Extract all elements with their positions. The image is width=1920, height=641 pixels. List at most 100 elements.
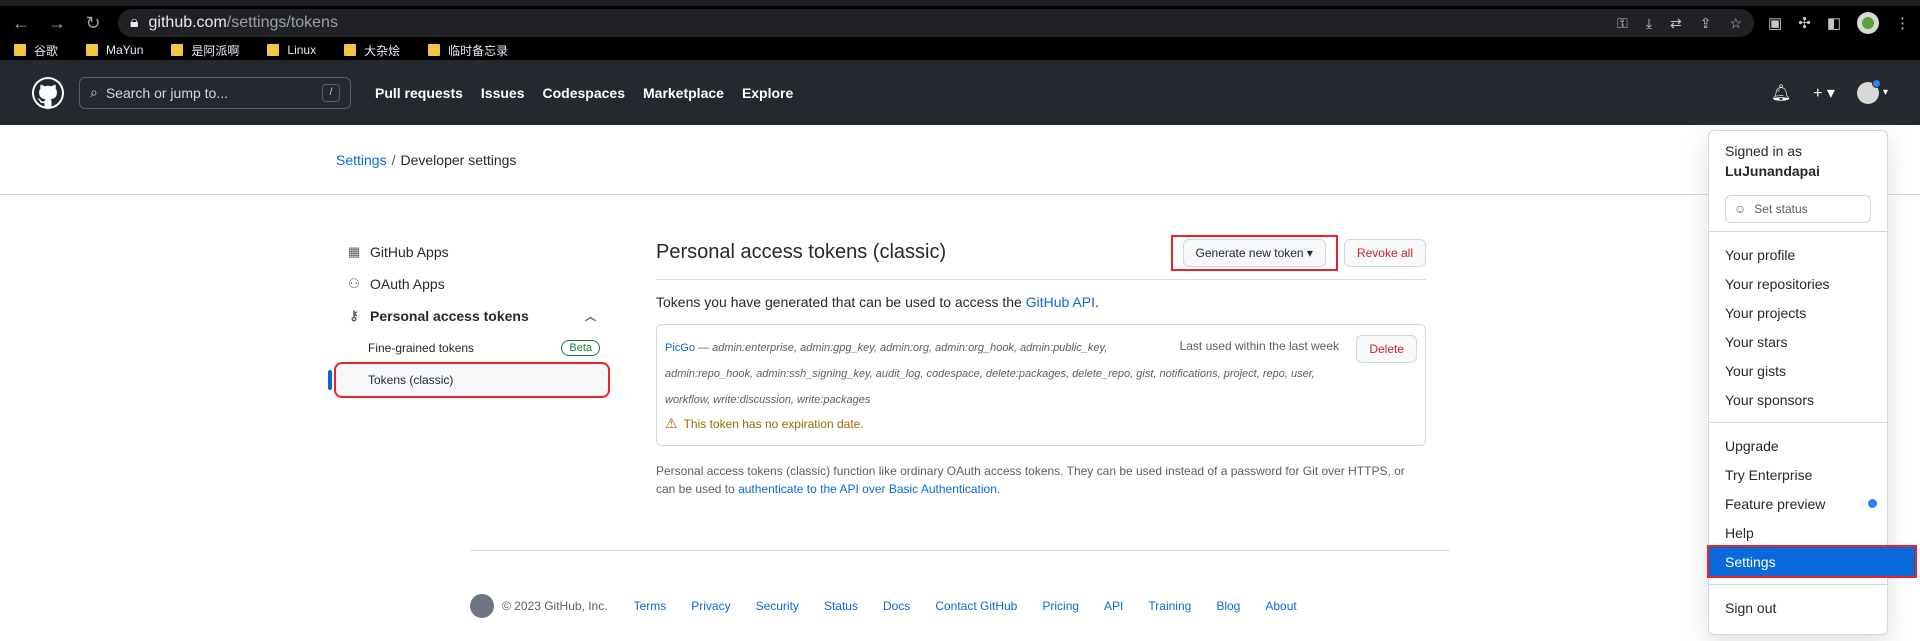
sidebar-item-label: GitHub Apps xyxy=(370,244,449,260)
reload-icon[interactable]: ↻ xyxy=(82,13,104,34)
bookmark-item[interactable]: 是阿派啊 xyxy=(171,42,239,59)
menu-item-settings[interactable]: Settings xyxy=(1707,545,1917,578)
breadcrumb-settings-link[interactable]: Settings xyxy=(336,152,387,168)
star-icon[interactable]: ☆ xyxy=(1729,15,1742,32)
github-footer-logo-icon[interactable] xyxy=(470,594,494,618)
github-api-link[interactable]: GitHub API xyxy=(1026,294,1095,310)
bookmark-label: Linux xyxy=(287,43,317,57)
user-menu-toggle[interactable]: ▾ xyxy=(1856,78,1888,104)
footer-link-api[interactable]: API xyxy=(1104,599,1123,613)
back-icon[interactable]: ← xyxy=(10,13,32,34)
intro-text-body: Tokens you have generated that can be us… xyxy=(656,294,1026,310)
nav-issues[interactable]: Issues xyxy=(481,85,525,101)
footer-link-security[interactable]: Security xyxy=(756,599,799,613)
search-icon: ⌕ xyxy=(90,84,98,100)
puzzle-icon[interactable]: ✣ xyxy=(1798,14,1811,32)
menu-divider xyxy=(1709,584,1887,585)
smiley-icon: ☺ xyxy=(1734,202,1747,216)
sidebar-item-label: Fine-grained tokens xyxy=(368,341,475,355)
browser-profile-avatar[interactable] xyxy=(1857,12,1879,34)
alert-icon: ⚠ xyxy=(665,415,678,431)
footer-link-status[interactable]: Status xyxy=(824,599,858,613)
bookmark-label: 谷歌 xyxy=(34,43,59,58)
sidebar-item-github-apps[interactable]: ▦ GitHub Apps xyxy=(336,236,608,268)
nav-marketplace[interactable]: Marketplace xyxy=(643,85,724,101)
bookmark-item[interactable]: Linux xyxy=(267,43,316,57)
lock-icon: 🔒︎ xyxy=(130,14,139,31)
intro-text: Tokens you have generated that can be us… xyxy=(656,294,1426,310)
bell-icon[interactable]: 🔔︎ xyxy=(1771,83,1791,103)
page-title: Personal access tokens (classic) xyxy=(656,241,947,263)
folder-icon xyxy=(428,44,441,56)
menu-icon[interactable]: ⋮ xyxy=(1895,14,1910,32)
menu-item-help[interactable]: Help xyxy=(1709,518,1887,547)
extension-icon[interactable]: ▣ xyxy=(1768,14,1782,32)
token-scopes-line: admin:repo_hook, admin:ssh_signing_key, … xyxy=(665,368,1315,380)
bookmark-item[interactable]: 谷歌 xyxy=(14,42,58,59)
forward-icon[interactable]: → xyxy=(46,13,68,34)
menu-item-sign-out[interactable]: Sign out xyxy=(1709,593,1887,622)
sidebar-item-tokens-classic[interactable]: Tokens (classic) xyxy=(328,362,610,398)
footer-link-terms[interactable]: Terms xyxy=(634,599,667,613)
set-status-button[interactable]: ☺ Set status xyxy=(1725,195,1871,223)
footer-link-privacy[interactable]: Privacy xyxy=(691,599,730,613)
chevron-up-icon: ︿ xyxy=(585,311,596,323)
nav-explore[interactable]: Explore xyxy=(742,85,793,101)
menu-item-your-repositories[interactable]: Your repositories xyxy=(1709,269,1887,298)
bookmark-item[interactable]: 大杂烩 xyxy=(344,42,400,59)
sidebar-item-fine-grained-tokens[interactable]: Fine-grained tokens Beta xyxy=(336,332,608,364)
folder-icon xyxy=(86,44,99,56)
github-logo-icon[interactable] xyxy=(32,76,64,109)
generate-new-token-button[interactable]: Generate new token ▾ xyxy=(1182,238,1326,267)
bookmark-label: 是阿派啊 xyxy=(191,43,240,58)
address-row: ← → ↻ 🔒︎ github.com/settings/tokens ⚿ ⤓ … xyxy=(0,6,1920,40)
footer-link-about[interactable]: About xyxy=(1265,599,1296,613)
site-footer: © 2023 GitHub, Inc. Terms Privacy Securi… xyxy=(470,550,1450,618)
breadcrumb: Settings / Developer settings xyxy=(0,125,1920,195)
delete-token-button[interactable]: Delete xyxy=(1356,335,1417,363)
bookmark-item[interactable]: 临时备忘录 xyxy=(428,42,508,59)
menu-divider xyxy=(1709,422,1887,423)
token-warning-text: This token has no expiration date. xyxy=(683,416,864,431)
download-icon[interactable]: ⤓ xyxy=(1646,15,1652,32)
footer-link-pricing[interactable]: Pricing xyxy=(1042,599,1079,613)
menu-item-your-gists[interactable]: Your gists xyxy=(1709,356,1887,385)
key-icon[interactable]: ⚿ xyxy=(1617,15,1628,32)
sidebar-item-oauth-apps[interactable]: ⚇ OAuth Apps xyxy=(336,268,608,300)
footer-link-docs[interactable]: Docs xyxy=(883,599,910,613)
address-bar[interactable]: 🔒︎ github.com/settings/tokens ⚿ ⤓ ⇄ ⇪ ☆ xyxy=(118,9,1755,37)
footer-link-contact[interactable]: Contact GitHub xyxy=(935,599,1017,613)
chevron-down-icon: ▾ xyxy=(1882,87,1888,98)
menu-item-your-stars[interactable]: Your stars xyxy=(1709,327,1887,356)
menu-item-your-sponsors[interactable]: Your sponsors xyxy=(1709,385,1887,414)
plus-icon[interactable]: + ▾ xyxy=(1813,83,1835,103)
footer-copyright: © 2023 GitHub, Inc. xyxy=(502,599,608,613)
translate-icon[interactable]: ⇄ xyxy=(1670,15,1682,32)
token-name-link[interactable]: PicGo xyxy=(665,342,695,354)
tokens-content: Personal access tokens (classic) Generat… xyxy=(656,234,1426,498)
menu-item-feature-preview[interactable]: Feature preview xyxy=(1709,489,1887,518)
menu-item-your-projects[interactable]: Your projects xyxy=(1709,298,1887,327)
sidepanel-icon[interactable]: ◧ xyxy=(1827,14,1841,32)
folder-icon xyxy=(344,44,357,56)
nav-pull-requests[interactable]: Pull requests xyxy=(375,85,463,101)
menu-item-upgrade[interactable]: Upgrade xyxy=(1709,431,1887,460)
basic-auth-link[interactable]: authenticate to the API over Basic Authe… xyxy=(738,482,997,496)
search-input[interactable]: ⌕ Search or jump to... / xyxy=(79,76,351,109)
breadcrumb-current: Developer settings xyxy=(400,151,517,168)
nav-codespaces[interactable]: Codespaces xyxy=(543,85,625,101)
footer-link-blog[interactable]: Blog xyxy=(1216,599,1240,613)
url-host: github.com xyxy=(148,14,227,31)
menu-item-try-enterprise[interactable]: Try Enterprise xyxy=(1709,460,1887,489)
share-icon[interactable]: ⇪ xyxy=(1700,15,1712,32)
menu-item-your-profile[interactable]: Your profile xyxy=(1709,240,1887,269)
avatar xyxy=(1856,78,1881,104)
footer-link-training[interactable]: Training xyxy=(1148,599,1191,613)
sidebar-item-personal-access-tokens[interactable]: ⚷ Personal access tokens ︿ xyxy=(336,300,608,332)
bookmark-item[interactable]: MaYun xyxy=(86,43,143,57)
sidebar-item-label: Tokens (classic) xyxy=(368,373,454,387)
tokens-note: Personal access tokens (classic) functio… xyxy=(656,462,1426,498)
revoke-all-button[interactable]: Revoke all xyxy=(1343,238,1426,267)
apps-grid-icon: ▦ xyxy=(347,244,361,259)
sidebar-item-label: Personal access tokens xyxy=(370,308,529,324)
